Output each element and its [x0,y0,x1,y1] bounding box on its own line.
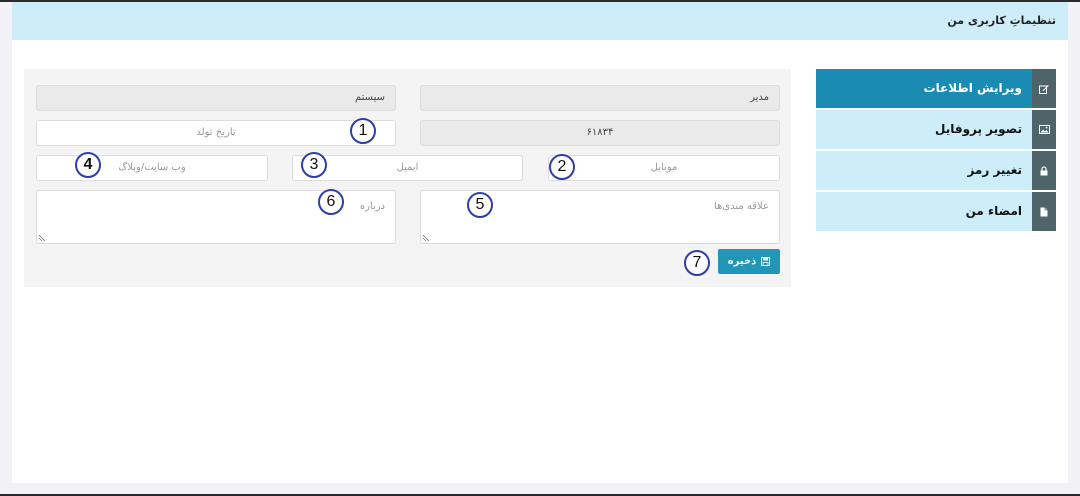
page-header: تنظیماتِ کاربری من [12,2,1068,40]
image-icon [1032,110,1056,149]
floppy-disk-icon [761,257,771,266]
callout-7: 7 [684,250,710,276]
code-field[interactable]: ۶۱۸۳۴ [420,120,780,146]
code-value: ۶۱۸۳۴ [586,127,614,138]
mobile-field[interactable]: موبایل [548,155,780,181]
settings-menu: ویرایش اطلاعات تصویر پروفایل تغییر رمز ا… [816,69,1056,233]
interests-placeholder: علاقه مندی‌ها [713,201,769,212]
last-name-field[interactable]: سیستم [36,85,396,111]
edit-icon [1032,69,1056,108]
birthdate-placeholder: تاریخ تولد [196,127,236,138]
callout-2: 2 [549,154,575,180]
email-placeholder: ایمیل [396,162,419,173]
save-button-label: ذخیره [727,256,757,267]
first-name-value: مدیر [750,92,769,103]
menu-item-change-password[interactable]: تغییر رمز [816,151,1056,190]
website-field[interactable]: وب سایت/وبلاگ [36,155,268,181]
menu-item-edit-info[interactable]: ویرایش اطلاعات [816,69,1056,108]
save-button[interactable]: ذخیره [718,249,780,274]
callout-4: 4 [75,152,101,178]
website-placeholder: وب سایت/وبلاگ [118,162,186,173]
menu-label-change-password: تغییر رمز [967,163,1022,177]
birthdate-field[interactable]: تاریخ تولد [36,120,396,146]
menu-item-my-signature[interactable]: امضاء من [816,192,1056,231]
mobile-placeholder: موبایل [650,162,678,173]
first-name-field[interactable]: مدیر [420,85,780,111]
menu-label-profile-image: تصویر پروفایل [934,122,1022,136]
lock-icon [1032,151,1056,190]
resize-grip-icon[interactable] [39,235,45,241]
menu-item-profile-image[interactable]: تصویر پروفایل [816,110,1056,149]
menu-label-my-signature: امضاء من [965,204,1022,218]
last-name-value: سیستم [355,92,385,103]
resize-grip-icon[interactable] [423,235,429,241]
callout-5: 5 [467,192,493,218]
page-title: تنظیماتِ کاربری من [947,14,1056,27]
document-icon [1032,192,1056,231]
about-placeholder: درباره [359,201,385,212]
callout-1: 1 [350,118,376,144]
callout-3: 3 [301,152,327,178]
callout-6: 6 [318,189,344,215]
menu-label-edit-info: ویرایش اطلاعات [923,81,1022,95]
